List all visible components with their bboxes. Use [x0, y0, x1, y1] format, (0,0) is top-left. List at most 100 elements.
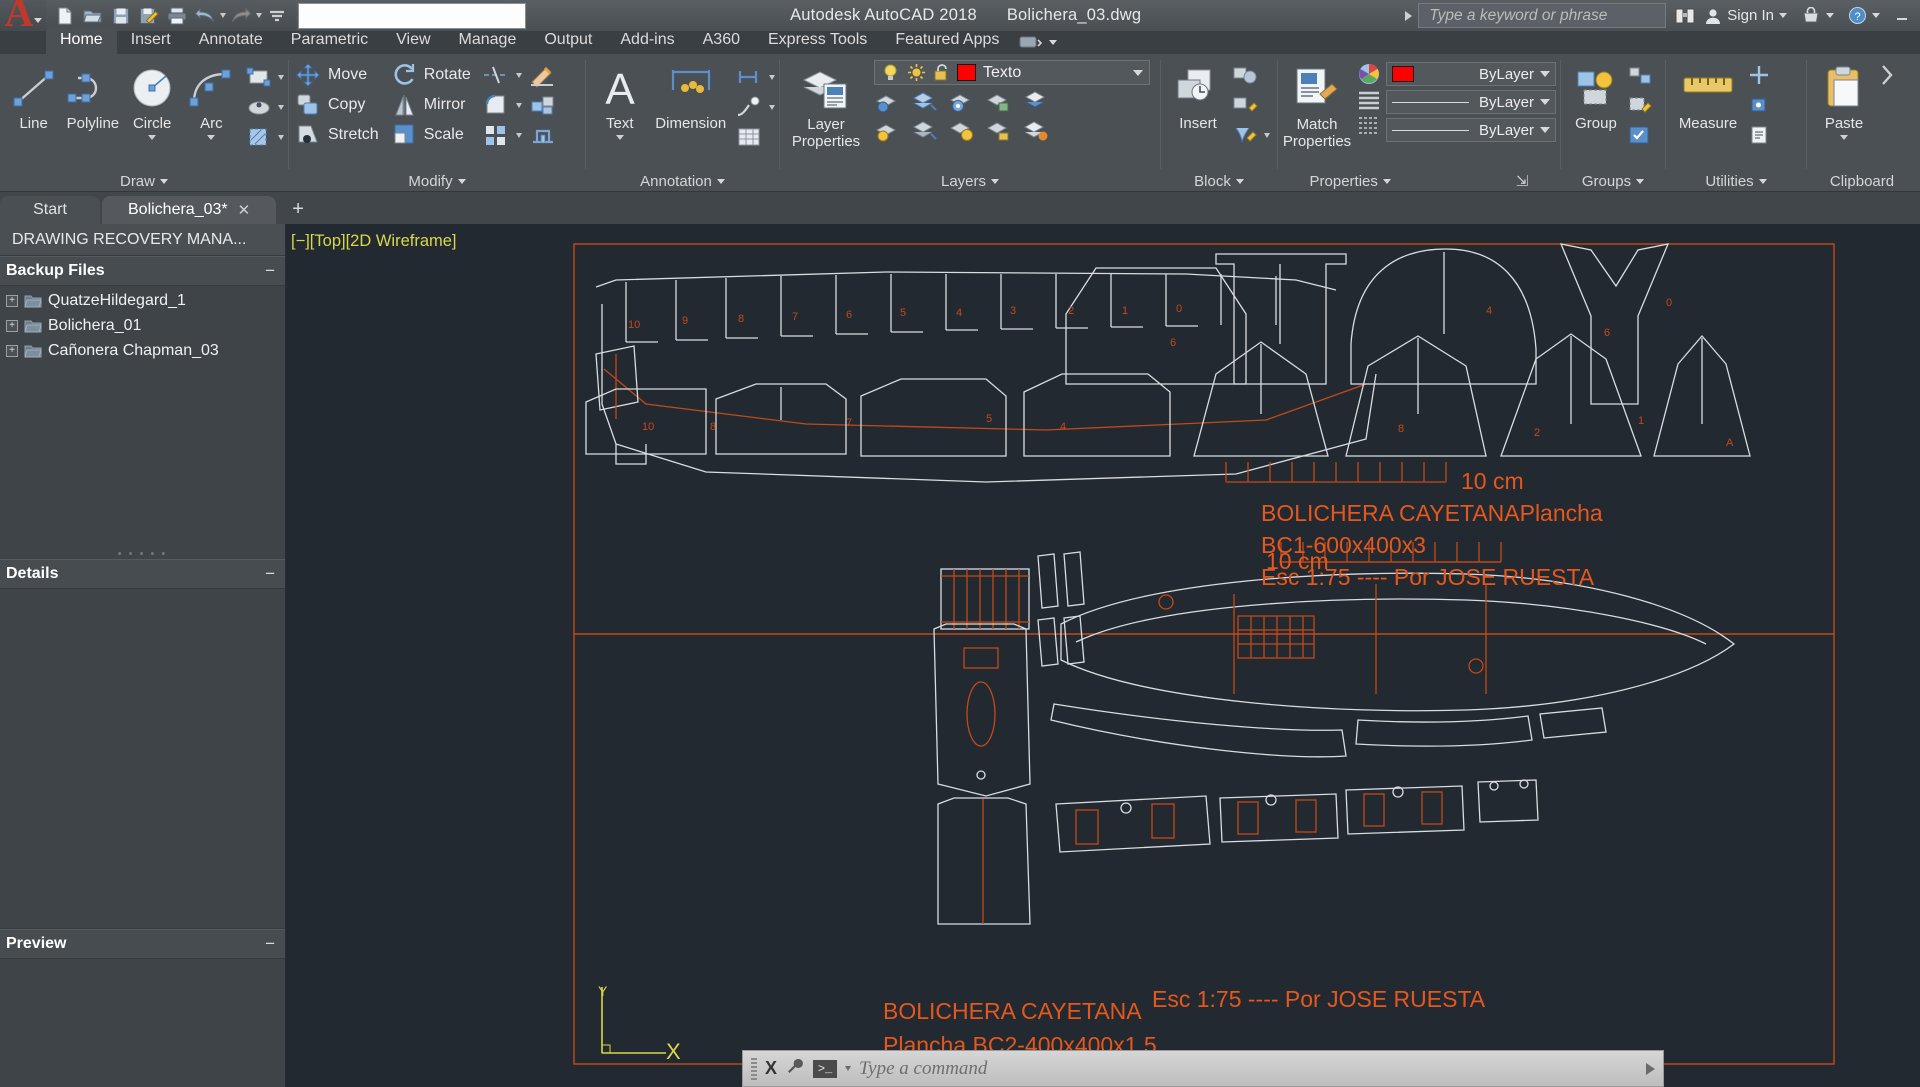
chevron-down-icon[interactable]: [1840, 134, 1848, 140]
leader-button[interactable]: [734, 92, 775, 122]
paste-button[interactable]: Paste: [1811, 60, 1877, 140]
redo-dropdown-icon[interactable]: [256, 13, 262, 18]
line-button[interactable]: Line: [4, 60, 63, 132]
polyline-button[interactable]: Polyline: [63, 60, 122, 132]
chevron-down-icon[interactable]: [148, 134, 157, 140]
qat-more-icon[interactable]: [264, 4, 290, 28]
save-icon[interactable]: [108, 4, 134, 28]
redo-icon[interactable]: [228, 4, 254, 28]
chevron-down-icon[interactable]: [1049, 39, 1058, 45]
list-button[interactable]: [1746, 120, 1772, 150]
list-item[interactable]: + QuatzeHildegard_1: [0, 288, 285, 313]
file-tab-bolichera03[interactable]: Bolichera_03* ✕: [102, 196, 277, 224]
file-tab-start[interactable]: Start: [0, 196, 100, 224]
chevron-down-icon[interactable]: [991, 178, 1000, 184]
circle-button[interactable]: Circle: [123, 60, 182, 140]
collapse-icon[interactable]: −: [265, 261, 275, 281]
search-binoculars-icon[interactable]: [1672, 4, 1698, 28]
chevron-down-icon[interactable]: [1540, 71, 1550, 77]
sign-in-button[interactable]: Sign In: [1704, 7, 1787, 25]
modify-panel-title[interactable]: Modify: [289, 170, 585, 192]
offset-button[interactable]: [528, 120, 558, 150]
trim-button[interactable]: [481, 60, 522, 90]
chevron-down-icon[interactable]: [1758, 178, 1767, 184]
chevron-down-icon[interactable]: [457, 178, 466, 184]
group-edit-button[interactable]: [1627, 90, 1653, 120]
chevron-down-icon[interactable]: [278, 74, 284, 80]
undo-icon[interactable]: [192, 4, 218, 28]
quick-select-button[interactable]: [1746, 60, 1772, 90]
layer-color-swatch[interactable]: [957, 64, 976, 81]
chevron-down-icon[interactable]: [1382, 178, 1391, 184]
ellipse-button[interactable]: [245, 92, 284, 122]
expand-icon[interactable]: +: [6, 319, 18, 332]
rectangle-button[interactable]: [245, 62, 284, 92]
measure-button[interactable]: Measure: [1670, 60, 1746, 132]
chevron-down-icon[interactable]: [615, 134, 624, 140]
chevron-down-icon[interactable]: [1235, 178, 1244, 184]
lineweight-combo[interactable]: ByLayer: [1386, 118, 1556, 142]
expand-icon[interactable]: +: [6, 344, 18, 357]
open-file-icon[interactable]: [80, 4, 106, 28]
draw-panel-title[interactable]: Draw: [0, 170, 288, 192]
chevron-down-icon[interactable]: [1636, 178, 1645, 184]
ribbon-tab-output[interactable]: Output: [530, 27, 606, 54]
chevron-down-icon[interactable]: [515, 132, 522, 138]
chevron-right-icon[interactable]: [1405, 10, 1413, 21]
chevron-down-icon[interactable]: [845, 1066, 852, 1071]
plot-icon[interactable]: [164, 4, 190, 28]
dimension-button[interactable]: Dimension: [649, 60, 732, 132]
chevron-down-icon[interactable]: [160, 178, 168, 184]
match-properties-button[interactable]: Match Properties: [1282, 60, 1352, 151]
drawing-canvas[interactable]: [−][Top][2D Wireframe] 10 9 8 7 6 5 4 3 …: [286, 224, 1920, 1087]
insert-block-button[interactable]: Insert: [1165, 60, 1231, 132]
erase-button[interactable]: [528, 60, 558, 90]
hatch-button[interactable]: [245, 122, 284, 152]
backup-files-section-header[interactable]: Backup Files −: [0, 256, 285, 286]
new-file-icon[interactable]: [52, 4, 78, 28]
array-button[interactable]: [481, 120, 522, 150]
properties-panel-title[interactable]: Properties ⇲: [1278, 170, 1560, 192]
chevron-down-icon[interactable]: [278, 134, 284, 140]
collapse-icon[interactable]: −: [265, 934, 275, 954]
block-panel-title[interactable]: Block: [1161, 170, 1277, 192]
chevron-down-icon[interactable]: [716, 178, 725, 184]
collapse-icon[interactable]: −: [265, 564, 275, 584]
ribbon-tab-annotate[interactable]: Annotate: [185, 27, 277, 54]
ribbon-tab-addins[interactable]: Add-ins: [606, 27, 688, 54]
define-attribute-button[interactable]: [1231, 90, 1270, 120]
mirror-button[interactable]: Mirror: [391, 90, 471, 120]
chevron-down-icon[interactable]: [1133, 69, 1143, 76]
chevron-down-icon[interactable]: [1540, 99, 1550, 105]
expand-icon[interactable]: +: [6, 294, 18, 307]
arc-button[interactable]: Arc: [182, 60, 241, 140]
chevron-down-icon[interactable]: [278, 104, 284, 110]
search-input[interactable]: Type a keyword or phrase: [1418, 3, 1667, 28]
chevron-down-icon[interactable]: [1872, 13, 1880, 18]
command-line-grip[interactable]: [751, 1057, 757, 1080]
window-minimize-button[interactable]: [1894, 9, 1910, 23]
point-style-button[interactable]: [1746, 90, 1772, 120]
clipboard-scroll-button[interactable]: [1877, 60, 1897, 90]
command-input-wrapper[interactable]: >_ Type a command: [813, 1058, 1638, 1080]
ribbon-tab-view[interactable]: View: [382, 27, 444, 54]
autodesk-app-store-button[interactable]: [1801, 6, 1834, 25]
create-block-button[interactable]: [1231, 60, 1270, 90]
chevron-down-icon[interactable]: [1264, 132, 1270, 138]
groups-panel-title[interactable]: Groups: [1561, 170, 1665, 192]
dim-linear-button[interactable]: [734, 62, 775, 92]
copy-button[interactable]: Copy: [293, 90, 379, 120]
command-input[interactable]: Type a command: [859, 1058, 987, 1080]
chevron-down-icon[interactable]: [1826, 13, 1834, 18]
ribbon-display-options-button[interactable]: [1013, 30, 1063, 54]
ribbon-tab-featured-apps[interactable]: Featured Apps: [881, 27, 1013, 54]
layers-panel-title[interactable]: Layers: [780, 170, 1160, 192]
list-item[interactable]: + Bolichera_01: [0, 313, 285, 338]
text-button[interactable]: A Text: [590, 60, 649, 140]
rotate-button[interactable]: Rotate: [391, 60, 471, 90]
annotation-panel-title[interactable]: Annotation: [586, 170, 779, 192]
scale-button[interactable]: Scale: [391, 120, 471, 150]
details-section-header[interactable]: Details −: [0, 559, 285, 589]
stretch-button[interactable]: Stretch: [293, 120, 379, 150]
new-tab-button[interactable]: +: [278, 198, 318, 224]
